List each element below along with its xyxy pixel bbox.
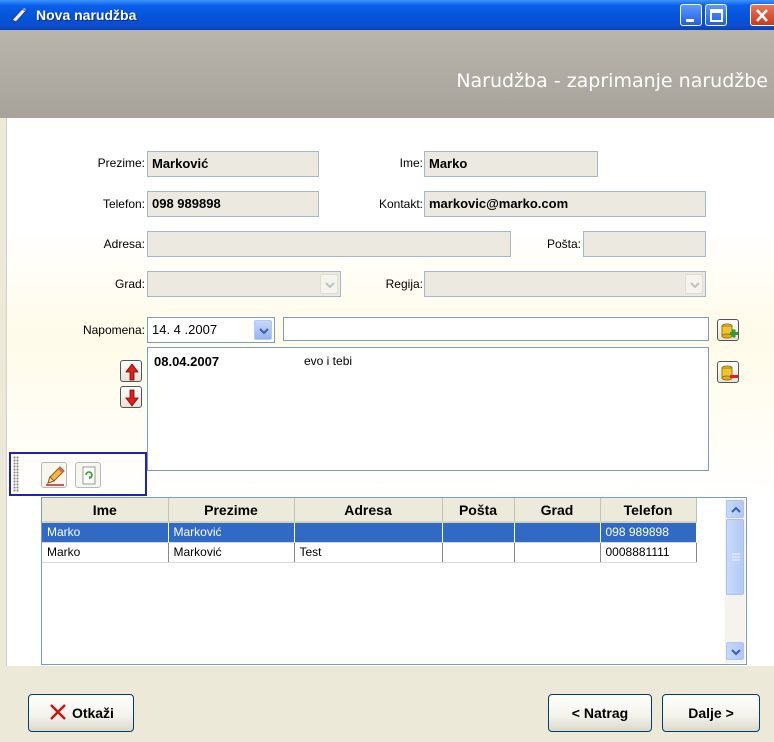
window-title: Nova narudžba [36,7,137,23]
cell-prezime: Marković [168,542,295,563]
grad-combobox[interactable] [147,271,341,297]
regija-dropdown-button[interactable] [685,274,703,294]
column-header-ime[interactable]: Ime [42,498,169,523]
remove-note-button[interactable] [717,361,739,383]
maximize-button[interactable] [705,4,727,26]
date-dropdown-button[interactable] [254,320,272,340]
grid-header-row: Ime Prezime Adresa Pošta Grad Telefon [42,498,697,523]
napomena-text-input[interactable] [283,317,709,341]
minimize-icon [686,19,694,22]
scroll-thumb[interactable] [726,519,744,595]
edit-button[interactable] [41,462,67,488]
cell-telefon: 098 989898 [600,522,697,543]
prezime-label: Prezime: [97,156,145,170]
scroll-up-button[interactable] [726,500,744,518]
minimize-button[interactable] [680,4,702,26]
header-banner: Narudžba - zaprimanje narudžbe [0,30,774,118]
title-bar: Nova narudžba [0,0,774,30]
scroll-down-button[interactable] [726,642,744,660]
cancel-label: Otkaži [71,705,114,721]
telefon-label: Telefon: [102,197,145,211]
grip-icon [732,553,740,561]
napomena-label: Napomena: [82,323,145,337]
chevron-down-icon [690,282,700,289]
posta-field[interactable] [583,231,706,257]
grid-scrollbar[interactable] [725,499,745,663]
cell-grad [514,522,601,543]
customer-grid[interactable]: Ime Prezime Adresa Pošta Grad Telefon Ma… [41,497,747,665]
regija-label: Regija: [385,277,423,291]
add-icon [721,323,738,339]
ime-label: Ime: [399,156,423,170]
close-icon [50,704,66,720]
cell-ime: Marko [42,522,169,543]
column-header-telefon[interactable]: Telefon [600,498,697,523]
next-button[interactable]: Dalje > [662,694,760,732]
floating-toolbar [9,452,147,496]
chevron-up-icon [731,506,741,513]
cell-posta [442,542,515,563]
column-header-adresa[interactable]: Adresa [294,498,443,523]
refresh-button[interactable] [75,462,101,488]
form-panel: Prezime: Marković Ime: Marko Telefon: 09… [6,118,774,666]
app-icon [10,6,28,24]
grad-label: Grad: [114,277,145,291]
regija-combobox[interactable] [424,271,706,297]
move-down-button[interactable] [120,386,142,408]
customer-table: Ime Prezime Adresa Pošta Grad Telefon Ma… [42,498,697,563]
column-header-grad[interactable]: Grad [514,498,601,523]
column-header-posta[interactable]: Pošta [442,498,515,523]
cell-telefon: 0008881111 [600,542,697,563]
back-button[interactable]: < Natrag [548,694,652,732]
remove-icon [721,365,738,381]
refresh-icon [82,466,96,485]
posta-label: Pošta: [546,237,581,251]
cell-posta [442,522,515,543]
arrow-down-icon [125,389,139,407]
close-button[interactable] [750,4,774,26]
notes-list[interactable]: 08.04.2007 evo i tebi [147,347,709,471]
close-icon [756,9,768,22]
column-header-prezime[interactable]: Prezime [168,498,295,523]
telefon-field[interactable]: 098 989898 [147,191,319,217]
ime-field[interactable]: Marko [424,151,598,177]
prezime-field[interactable]: Marković [147,151,319,177]
note-text: evo i tebi [304,354,353,368]
napomena-date-value: 14. 4 .2007 [152,322,218,337]
move-up-button[interactable] [120,360,142,382]
table-row[interactable]: Marko Marković 098 989898 [42,522,697,543]
napomena-date-picker[interactable]: 14. 4 .2007 [147,317,275,343]
note-date: 08.04.2007 [154,354,220,369]
add-note-button[interactable] [717,319,739,341]
pencil-icon [46,466,65,486]
maximize-icon [710,9,723,22]
adresa-label: Adresa: [103,237,145,251]
toolbar-grip[interactable] [13,456,19,492]
cell-prezime: Marković [168,522,295,543]
kontakt-field[interactable]: markovic@marko.com [424,191,706,217]
chevron-down-icon [259,328,269,335]
cell-adresa: Test [294,542,443,563]
table-row[interactable]: Marko Marković Test 0008881111 [42,542,697,563]
cell-grad [514,542,601,563]
page-heading: Narudžba - zaprimanje narudžbe [456,70,768,92]
chevron-down-icon [325,282,335,289]
cell-adresa [294,522,443,543]
footer-bar: Otkaži < Natrag Dalje > [0,666,774,742]
arrow-up-icon [125,363,139,381]
chevron-down-icon [731,649,741,656]
kontakt-label: Kontakt: [378,197,423,211]
adresa-field[interactable] [147,231,511,257]
cancel-button[interactable]: Otkaži [28,694,134,732]
grad-dropdown-button[interactable] [320,274,338,294]
cell-ime: Marko [42,542,169,563]
